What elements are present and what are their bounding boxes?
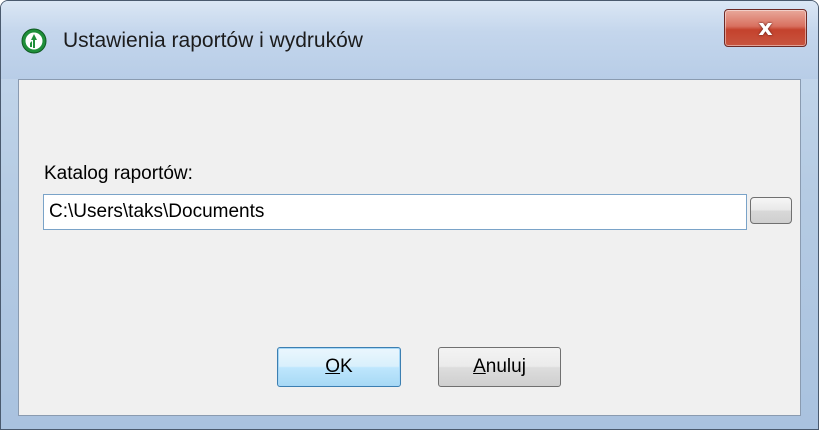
cancel-mnemonic: A <box>473 356 486 377</box>
ok-button[interactable]: OK <box>277 347 401 387</box>
title-bar[interactable]: Ustawienia raportów i wydruków x <box>1 1 818 79</box>
app-logo-icon <box>21 28 47 54</box>
close-button[interactable]: x <box>724 9 807 47</box>
catalog-label: Katalog raportów: <box>44 163 193 184</box>
cancel-button[interactable]: Anuluj <box>438 347 561 387</box>
dialog-window: Ustawienia raportów i wydruków x Katalog… <box>0 0 819 430</box>
window-title: Ustawienia raportów i wydruków <box>63 29 363 52</box>
cancel-label-rest: nuluj <box>485 356 526 377</box>
dialog-body: Katalog raportów: OK Anuluj <box>18 79 801 416</box>
close-icon: x <box>758 15 773 41</box>
ok-label-rest: K <box>340 356 353 377</box>
browse-button[interactable] <box>750 197 792 224</box>
catalog-path-input[interactable] <box>43 194 747 230</box>
ok-mnemonic: O <box>325 356 341 377</box>
